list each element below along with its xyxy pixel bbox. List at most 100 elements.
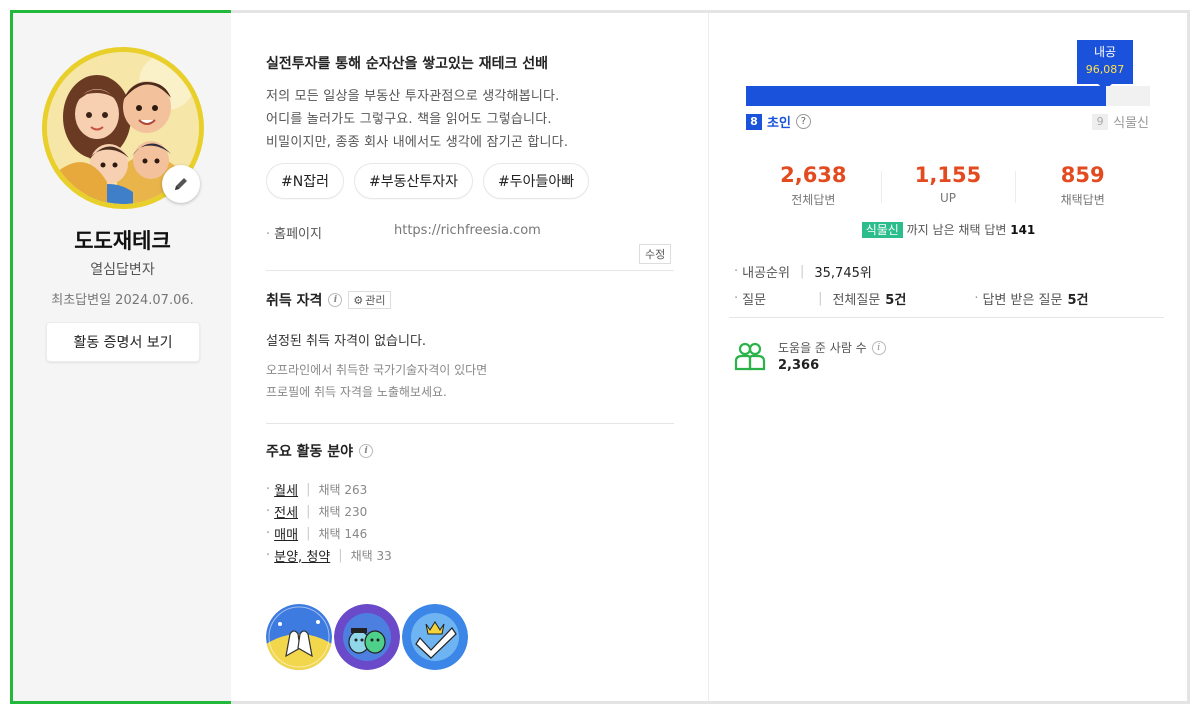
- bullet-dot: ·: [266, 525, 271, 541]
- helped-label-row: 도움을 준 사람 수 i: [778, 339, 886, 356]
- separator: |: [818, 291, 823, 306]
- points-rank-row: · 내공순위 | 35,745위: [734, 262, 872, 281]
- avatar-container: [42, 47, 204, 209]
- question-total-value: 5건: [885, 293, 907, 308]
- bullet-dot: ·: [734, 264, 739, 279]
- stat-up[interactable]: 1,155 UP: [880, 163, 1016, 208]
- remaining-to-next-level: 식물신 까지 남은 채택 답변 141: [709, 221, 1188, 238]
- bullet-dot: ·: [266, 503, 271, 519]
- stat-label: UP: [939, 191, 957, 205]
- stat-selected-answers[interactable]: 859 채택답변: [1015, 163, 1150, 208]
- tag-chip[interactable]: #부동산투자자: [353, 163, 473, 199]
- separator: |: [306, 481, 311, 497]
- profile-stats: 내공 96,087 8 초인 ? 9 식물신 2,638 전체답변 1,155 …: [708, 13, 1187, 701]
- field-count: 채택 33: [350, 548, 392, 563]
- tag-list: #N잡러 #부동산투자자 #두아들아빠: [266, 163, 590, 199]
- points-flag: 내공 96,087: [1077, 40, 1133, 90]
- stats-row: 2,638 전체답변 1,155 UP 859 채택답변: [746, 163, 1150, 208]
- intro-line: 비밀이지만, 종종 회사 내에서도 생각에 잠기곤 합니다.: [266, 135, 569, 150]
- make-it-together-badge[interactable]: [334, 604, 400, 670]
- manage-certifications-button[interactable]: ⚙ 관리: [348, 291, 391, 309]
- profile-details: 실전투자를 통해 순자산을 쌓고있는 재테크 선배 저의 모든 일상을 부동산 …: [231, 13, 708, 701]
- next-level-tag: 식물신: [861, 222, 903, 238]
- fields-title: 주요 활동 분야: [266, 444, 354, 460]
- section-divider: [266, 270, 674, 271]
- next-level-name: 식물신: [1113, 116, 1149, 131]
- pencil-icon: [175, 178, 187, 190]
- field-item: · 전세 | 채택 230: [266, 500, 392, 522]
- certifications-hint: 오프라인에서 취득한 국가기술자격이 있다면: [266, 363, 488, 377]
- solutionist-badge[interactable]: [402, 604, 468, 670]
- current-level-name: 초인: [767, 116, 791, 131]
- question-total-label: 전체질문: [832, 293, 881, 308]
- helped-label: 도움을 준 사람 수: [778, 341, 867, 355]
- profile-rank-title: 열심답변자: [90, 262, 155, 278]
- bullet-dot: ·: [974, 291, 979, 306]
- field-item: · 분양, 청약 | 채택 33: [266, 544, 392, 566]
- separator: |: [306, 525, 311, 541]
- points-value: 96,087: [1085, 63, 1125, 76]
- helped-people: 도움을 준 사람 수 i 2,366: [734, 339, 886, 373]
- profile-nickname: 도도재테크: [74, 229, 171, 253]
- edit-avatar-button[interactable]: [162, 165, 200, 203]
- info-icon[interactable]: i: [328, 293, 343, 307]
- certifications-hint: 프로필에 취득 자격을 노출해보세요.: [266, 385, 447, 399]
- remaining-value: 141: [1010, 223, 1036, 237]
- contributor-badge[interactable]: [266, 604, 332, 670]
- activity-certificate-button[interactable]: 활동 증명서 보기: [46, 322, 200, 362]
- people-icon: [734, 342, 766, 371]
- birds-badge-icon: [334, 604, 400, 670]
- field-item: · 매매 | 채택 146: [266, 522, 392, 544]
- answered-label: 답변 받은 질문: [982, 293, 1063, 308]
- checkmark-badge-icon: [402, 604, 468, 670]
- gear-icon: ⚙: [353, 293, 364, 307]
- fields-header: 주요 활동 분야 i: [266, 441, 374, 461]
- field-link[interactable]: 분양, 청약: [274, 546, 330, 565]
- helped-text: 도움을 준 사람 수 i 2,366: [778, 339, 886, 373]
- section-divider: [729, 317, 1164, 318]
- section-divider: [266, 423, 674, 424]
- homepage-label: 홈페이지: [274, 227, 322, 242]
- field-link[interactable]: 매매: [274, 524, 298, 543]
- current-level: 8 초인 ?: [746, 112, 811, 131]
- field-count: 채택 146: [318, 526, 368, 541]
- stat-value: 1,155: [914, 163, 982, 187]
- helped-value: 2,366: [778, 358, 820, 373]
- stat-value: 2,638: [780, 163, 847, 187]
- stat-label: 채택답변: [1060, 193, 1105, 207]
- certifications-header: 취득 자격 i ⚙ 관리: [266, 290, 391, 310]
- field-link[interactable]: 전세: [274, 502, 298, 521]
- bullet-dot: ·: [266, 481, 271, 497]
- separator: |: [306, 503, 311, 519]
- info-icon[interactable]: i: [359, 444, 374, 458]
- field-count: 채택 230: [318, 504, 368, 519]
- separator: |: [799, 264, 805, 279]
- intro-title: 실전투자를 통해 순자산을 쌓고있는 재테크 선배: [266, 56, 548, 72]
- rank-label: 내공순위: [742, 266, 790, 281]
- stat-value: 859: [1060, 163, 1105, 187]
- bullet-dot: ·: [734, 291, 739, 306]
- separator: |: [338, 547, 343, 563]
- remaining-text: 까지 남은 채택 답변: [906, 223, 1007, 237]
- certifications-title: 취득 자격: [266, 293, 323, 309]
- stat-label: 전체답변: [791, 193, 836, 207]
- homepage-link[interactable]: https://richfreesia.com: [394, 223, 541, 238]
- field-count: 채택 263: [318, 482, 368, 497]
- intro-line: 저의 모든 일상을 부동산 투자관점으로 생각해봅니다.: [266, 89, 560, 104]
- bullet-dot: ·: [266, 547, 271, 563]
- tag-chip[interactable]: #두아들아빠: [482, 163, 590, 199]
- edit-profile-button[interactable]: 수정: [639, 244, 672, 264]
- field-item: · 월세 | 채택 263: [266, 478, 392, 500]
- field-list: · 월세 | 채택 263 · 전세 | 채택 230 · 매매 | 채택 14…: [266, 478, 392, 566]
- tag-chip[interactable]: #N잡러: [266, 163, 344, 199]
- info-icon[interactable]: i: [871, 340, 886, 355]
- question-label: 질문: [742, 293, 767, 308]
- stat-total-answers[interactable]: 2,638 전체답변: [746, 163, 881, 208]
- help-icon[interactable]: ?: [795, 114, 811, 129]
- bullet-dot: ·: [266, 227, 271, 242]
- field-link[interactable]: 월세: [274, 480, 298, 499]
- question-row: · 질문 | 전체질문 5건 · 답변 받은 질문 5건: [734, 289, 1089, 308]
- badge-list: [266, 604, 468, 670]
- points-label: 내공: [1093, 45, 1117, 59]
- certifications-empty-text: 설정된 취득 자격이 없습니다.: [266, 334, 427, 349]
